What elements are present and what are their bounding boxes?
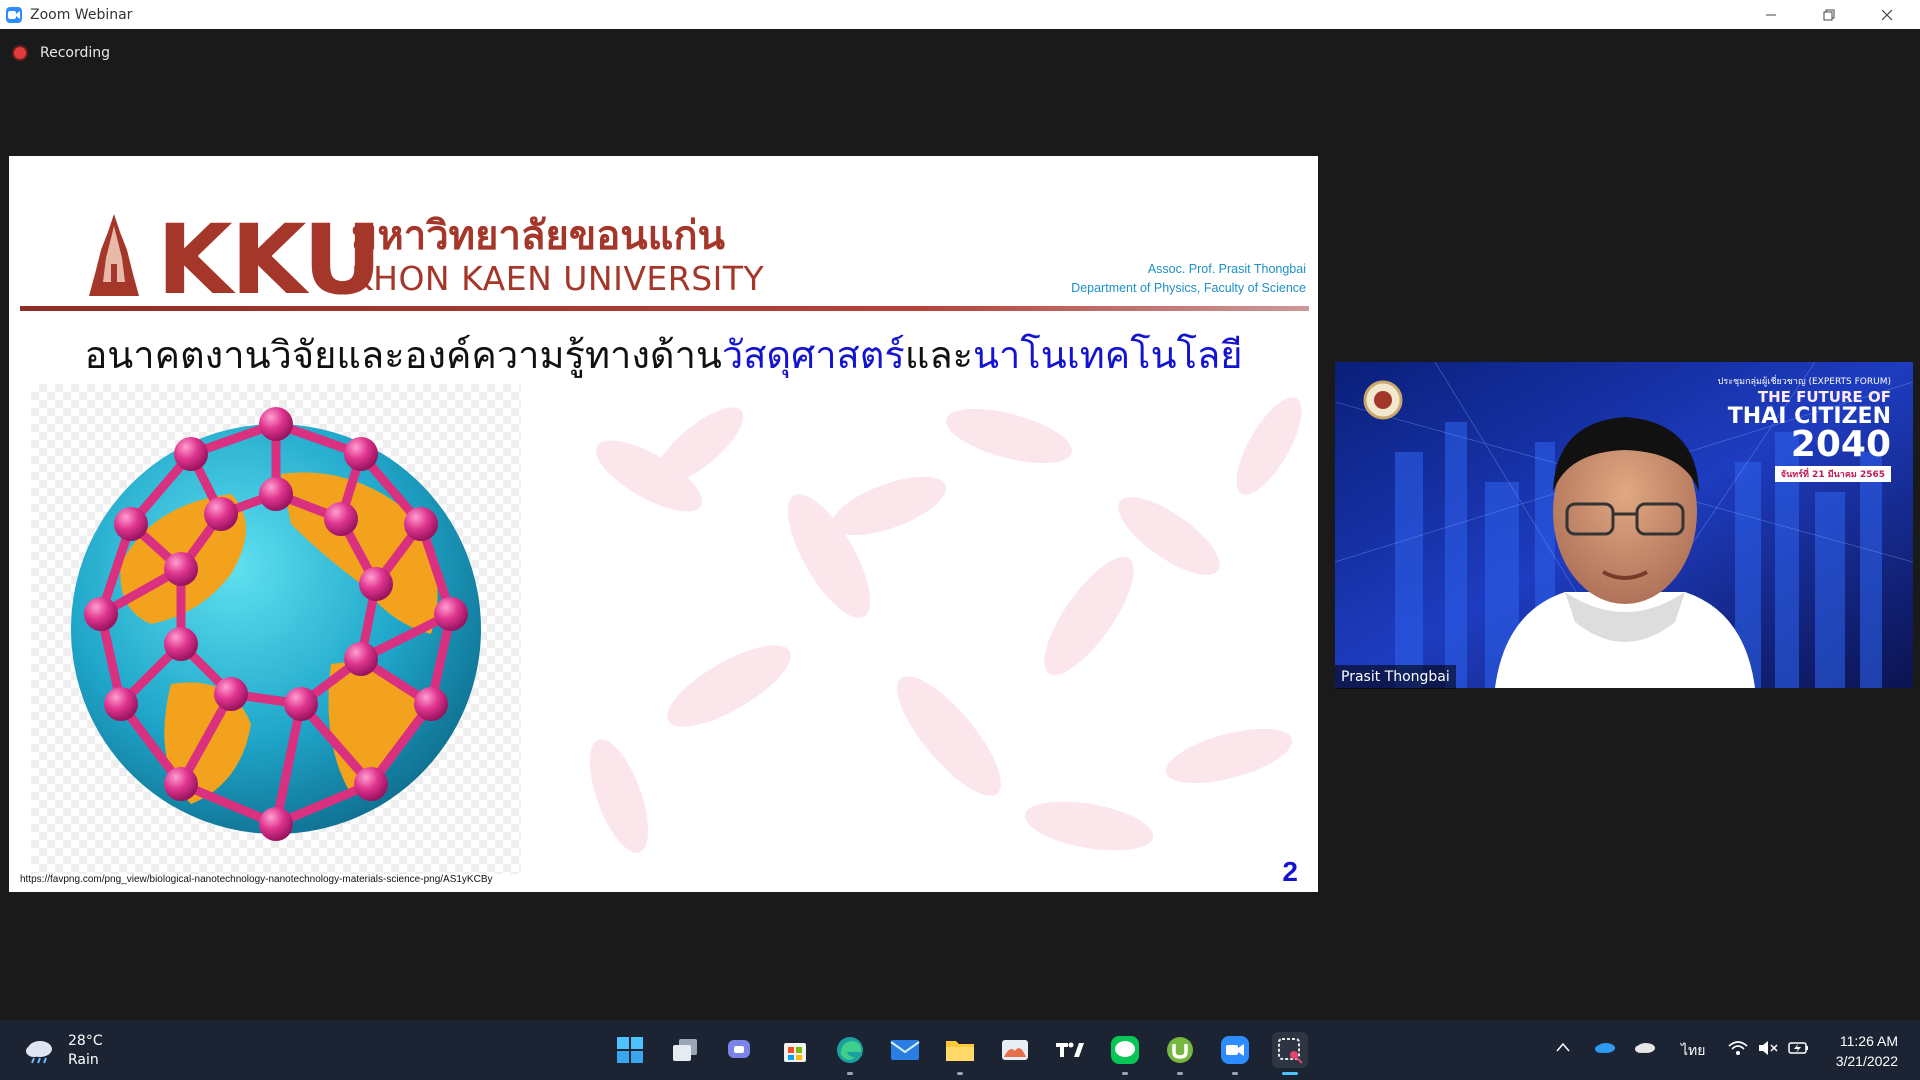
weather-widget[interactable]: 28°C Rain: [24, 1032, 103, 1070]
teams-chat-button[interactable]: [722, 1032, 758, 1068]
presenter-department: Department of Physics, Faculty of Scienc…: [1071, 281, 1306, 295]
windows-start-icon: [617, 1037, 643, 1063]
onedrive-tray-button[interactable]: [1594, 1040, 1616, 1058]
minimize-icon: [1766, 14, 1776, 15]
banner-year: 2040: [1790, 424, 1891, 465]
microsoft-store-button[interactable]: [777, 1032, 813, 1068]
fullerene-globe-image: [31, 384, 521, 874]
presenter-name: Assoc. Prof. Prasit Thongbai: [1147, 262, 1306, 276]
banner-date: จันทร์ที่ 21 มีนาคม 2565: [1774, 466, 1891, 482]
utorrent-button[interactable]: [1162, 1032, 1198, 1075]
slide-title-nanotechnology: นาโนเทคโนโลยี: [973, 333, 1243, 377]
tradingview-button[interactable]: [1052, 1032, 1088, 1068]
task-view-icon: [673, 1039, 697, 1061]
wifi-icon: [1728, 1041, 1748, 1055]
banner-forum-label: ประชุมกลุ่มผู้เชี่ยวชาญ (EXPERTS FORUM): [1717, 377, 1891, 387]
image-source-url: https://favpng.com/png_view/biological-n…: [20, 874, 493, 885]
zoom-app-icon: [6, 6, 22, 23]
mail-icon: [890, 1040, 920, 1060]
cloud-sync-tray-button[interactable]: [1634, 1040, 1656, 1058]
edge-icon: [837, 1037, 863, 1063]
restore-icon: [1823, 9, 1835, 20]
chevron-up-icon: [1556, 1042, 1570, 1052]
presenter-credit: Assoc. Prof. Prasit Thongbai Department …: [1071, 260, 1306, 298]
header-divider: [20, 306, 1309, 311]
mail-button[interactable]: [887, 1032, 923, 1068]
slide-title: อนาคตงานวิจัยและองค์ความรู้ทางด้านวัสดุศ…: [9, 324, 1318, 385]
slide-title-materials-science: วัสดุศาสตร์: [721, 333, 905, 377]
file-explorer-button[interactable]: [942, 1032, 978, 1075]
university-name-thai: มหาวิทยาลัยขอนแก่น: [351, 213, 725, 259]
window-title: Zoom Webinar: [30, 6, 133, 23]
active-indicator: [1282, 1072, 1298, 1075]
zoom-icon: [1221, 1036, 1249, 1064]
event-banner: ประชุมกลุ่มผู้เชี่ยวชาญ (EXPERTS FORUM) …: [1718, 374, 1891, 482]
snipping-tool-icon: [1278, 1038, 1303, 1064]
battery-button[interactable]: [1788, 1040, 1810, 1060]
snipping-tool-button[interactable]: [1272, 1032, 1308, 1075]
cloud-icon: [1635, 1043, 1655, 1053]
photos-icon: [1002, 1040, 1028, 1060]
rain-cloud-icon: [26, 1041, 52, 1064]
line-app-button[interactable]: [1107, 1032, 1143, 1075]
wifi-button[interactable]: [1728, 1040, 1748, 1060]
show-hidden-icons-button[interactable]: [1556, 1040, 1570, 1056]
store-icon: [784, 1043, 806, 1062]
running-indicator: [1177, 1072, 1183, 1075]
onedrive-cloud-icon: [1595, 1043, 1615, 1053]
windows-taskbar: 28°C Rain ไทย 11:26 AM 3/21/2022: [0, 1020, 1920, 1080]
slide-title-part1: อนาคตงานวิจัยและองค์ความรู้ทางด้าน: [84, 333, 722, 377]
line-icon: [1111, 1036, 1139, 1064]
folder-icon: [946, 1041, 974, 1061]
running-indicator: [957, 1072, 963, 1075]
volume-muted-icon: [1759, 1041, 1778, 1055]
close-icon: [1881, 9, 1893, 20]
task-view-button[interactable]: [667, 1032, 703, 1068]
input-language-button[interactable]: ไทย: [1681, 1040, 1705, 1062]
kku-logo-text: KKU: [156, 204, 382, 316]
running-indicator: [1122, 1072, 1128, 1075]
close-button[interactable]: [1864, 0, 1910, 29]
recording-dot-icon: [14, 47, 26, 59]
clock-date: 3/21/2022: [1835, 1053, 1898, 1069]
tradingview-icon: [1056, 1042, 1084, 1057]
participant-name-label: Prasit Thongbai: [1335, 665, 1456, 689]
background-petals-decoration: [589, 397, 1302, 853]
photos-button[interactable]: [997, 1032, 1033, 1068]
volume-button[interactable]: [1758, 1040, 1778, 1060]
restore-button[interactable]: [1806, 0, 1852, 29]
battery-charging-icon: [1788, 1042, 1808, 1054]
clock-time: 11:26 AM: [1839, 1033, 1898, 1049]
start-button[interactable]: [612, 1032, 648, 1068]
kku-emblem-icon: [89, 214, 139, 296]
shared-slide: KKU มหาวิทยาลัยขอนแก่น KHON KAEN UNIVERS…: [9, 156, 1318, 892]
chat-icon: [728, 1040, 750, 1058]
running-indicator: [847, 1072, 853, 1075]
university-name-en: KHON KAEN UNIVERSITY: [351, 259, 765, 298]
weather-temperature: 28°C: [68, 1033, 103, 1049]
weather-description: Rain: [68, 1052, 99, 1068]
running-indicator: [1232, 1072, 1238, 1075]
taskbar-clock[interactable]: 11:26 AM 3/21/2022: [1836, 1031, 1898, 1071]
window-title-bar: Zoom Webinar: [0, 0, 1920, 29]
slide-title-part2: และ: [904, 333, 974, 377]
slide-page-number: 2: [1282, 856, 1298, 887]
recording-indicator[interactable]: Recording: [14, 45, 110, 61]
edge-browser-button[interactable]: [832, 1032, 868, 1075]
recording-label: Recording: [40, 45, 111, 61]
minimize-button[interactable]: [1748, 0, 1794, 29]
participant-video-tile[interactable]: ประชุมกลุ่มผู้เชี่ยวชาญ (EXPERTS FORUM) …: [1335, 362, 1913, 688]
zoom-button[interactable]: [1217, 1032, 1253, 1075]
utorrent-icon: [1167, 1037, 1193, 1063]
